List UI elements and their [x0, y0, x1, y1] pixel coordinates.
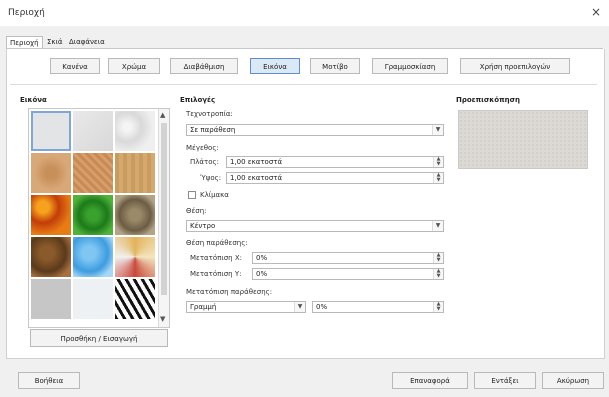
help-button[interactable]: Βοήθεια: [18, 372, 80, 389]
area-dialog: Περιοχή × Περιοχή Σκιά Διαφάνεια Κανένα …: [0, 0, 609, 397]
fill-color-button[interactable]: Χρώμα: [108, 58, 160, 74]
ok-button[interactable]: Εντάξει: [474, 372, 536, 389]
offset-y-label: Μετατόπιση Υ:: [190, 270, 242, 278]
spin-arrows-icon[interactable]: ▲ ▼: [433, 157, 443, 167]
chevron-down-icon: ▼: [294, 302, 305, 312]
tile-offset-value: 0%: [316, 303, 328, 311]
gallery-tile-wood[interactable]: [115, 153, 155, 193]
gallery-tile-zebra[interactable]: [115, 279, 155, 319]
width-value: 1,00 εκατοστά: [230, 158, 283, 166]
image-gallery: ▲ ▼: [28, 108, 170, 328]
position-value: Κέντρο: [190, 222, 216, 230]
width-spinbox[interactable]: 1,00 εκατοστά ▲ ▼: [226, 156, 444, 168]
gallery-tile-snow[interactable]: [73, 279, 113, 319]
position-select[interactable]: Κέντρο ▼: [186, 220, 444, 232]
gallery-tile-grass[interactable]: [73, 195, 113, 235]
tile-offset-type-select[interactable]: Γραμμή ▼: [186, 301, 306, 313]
scale-checkbox[interactable]: [188, 191, 196, 199]
gallery-tile-mosaic[interactable]: [115, 237, 155, 277]
preview-box: [458, 110, 588, 169]
tile-position-label: Θέση παράθεσης:: [186, 239, 248, 247]
offset-x-value: 0%: [256, 254, 268, 262]
add-import-button[interactable]: Προσθήκη / Εισαγωγή: [30, 329, 168, 347]
reset-button[interactable]: Επαναφορά: [392, 372, 468, 389]
gallery-tile-crumpled-paper[interactable]: [115, 111, 155, 151]
tab-shadow[interactable]: Σκιά: [44, 36, 66, 48]
style-label: Τεχνοτροπία:: [186, 110, 233, 118]
height-value: 1,00 εκατοστά: [230, 174, 283, 182]
tile-offset-spinbox[interactable]: 0% ▲ ▼: [312, 301, 444, 313]
height-label: Ύψος:: [200, 174, 222, 182]
gallery-tile-fire-leaves[interactable]: [31, 195, 71, 235]
size-label: Μέγεθος:: [186, 144, 219, 152]
offset-x-label: Μετατόπιση Χ:: [190, 254, 242, 262]
style-select[interactable]: Σε παράθεση ▼: [186, 124, 444, 136]
tile-offset-label: Μετατόπιση παράθεσης:: [186, 288, 273, 296]
title-bar: Περιοχή ×: [0, 0, 609, 26]
fill-none-button[interactable]: Κανένα: [50, 58, 100, 74]
use-defaults-button[interactable]: Χρήση προεπιλογών: [460, 58, 570, 74]
gallery-tile-water[interactable]: [73, 237, 113, 277]
fill-pattern-button[interactable]: Μοτίβο: [310, 58, 360, 74]
close-icon[interactable]: ×: [591, 5, 601, 19]
options-heading: Επιλογές: [180, 96, 216, 104]
tile-offset-type-value: Γραμμή: [190, 303, 217, 311]
preview-heading: Προεπισκόπηση: [456, 96, 521, 104]
scroll-down-icon[interactable]: ▼: [160, 315, 165, 323]
width-label: Πλάτος:: [190, 158, 219, 166]
gallery-tile-pebbles[interactable]: [115, 195, 155, 235]
tab-transparency[interactable]: Διαφάνεια: [66, 36, 108, 48]
scroll-up-icon[interactable]: ▲: [160, 111, 165, 119]
gallery-tile-paper-texture[interactable]: [73, 111, 113, 151]
gallery-tile-painted-white[interactable]: [31, 111, 71, 151]
offset-x-spinbox[interactable]: 0% ▲ ▼: [252, 252, 444, 264]
gallery-tile-sand[interactable]: [31, 153, 71, 193]
scroll-thumb[interactable]: [161, 123, 167, 295]
gallery-scrollbar[interactable]: ▲ ▼: [158, 109, 169, 327]
gallery-tile-concrete[interactable]: [31, 279, 71, 319]
height-spinbox[interactable]: 1,00 εκατοστά ▲ ▼: [226, 172, 444, 184]
spin-arrows-icon[interactable]: ▲ ▼: [433, 302, 443, 312]
scale-label: Κλίμακα: [200, 191, 229, 199]
image-heading: Εικόνα: [20, 96, 47, 104]
position-label: Θέση:: [186, 207, 207, 215]
spin-arrows-icon[interactable]: ▲ ▼: [433, 253, 443, 263]
spin-arrows-icon[interactable]: ▲ ▼: [433, 173, 443, 183]
offset-y-spinbox[interactable]: 0% ▲ ▼: [252, 268, 444, 280]
style-value: Σε παράθεση: [190, 126, 236, 134]
fill-hatch-button[interactable]: Γραμμοσκίαση: [372, 58, 448, 74]
gallery-tile-coffee-beans[interactable]: [31, 237, 71, 277]
button-row-divider: [10, 84, 597, 85]
window-title: Περιοχή: [8, 8, 45, 18]
chevron-down-icon: ▼: [432, 125, 443, 135]
chevron-down-icon: ▼: [432, 221, 443, 231]
offset-y-value: 0%: [256, 270, 268, 278]
fill-image-button[interactable]: Εικόνα: [250, 58, 300, 74]
fill-gradient-button[interactable]: Διαβάθμιση: [170, 58, 238, 74]
spin-arrows-icon[interactable]: ▲ ▼: [433, 269, 443, 279]
gallery-tile-cardboard[interactable]: [73, 153, 113, 193]
cancel-button[interactable]: Ακύρωση: [542, 372, 604, 389]
